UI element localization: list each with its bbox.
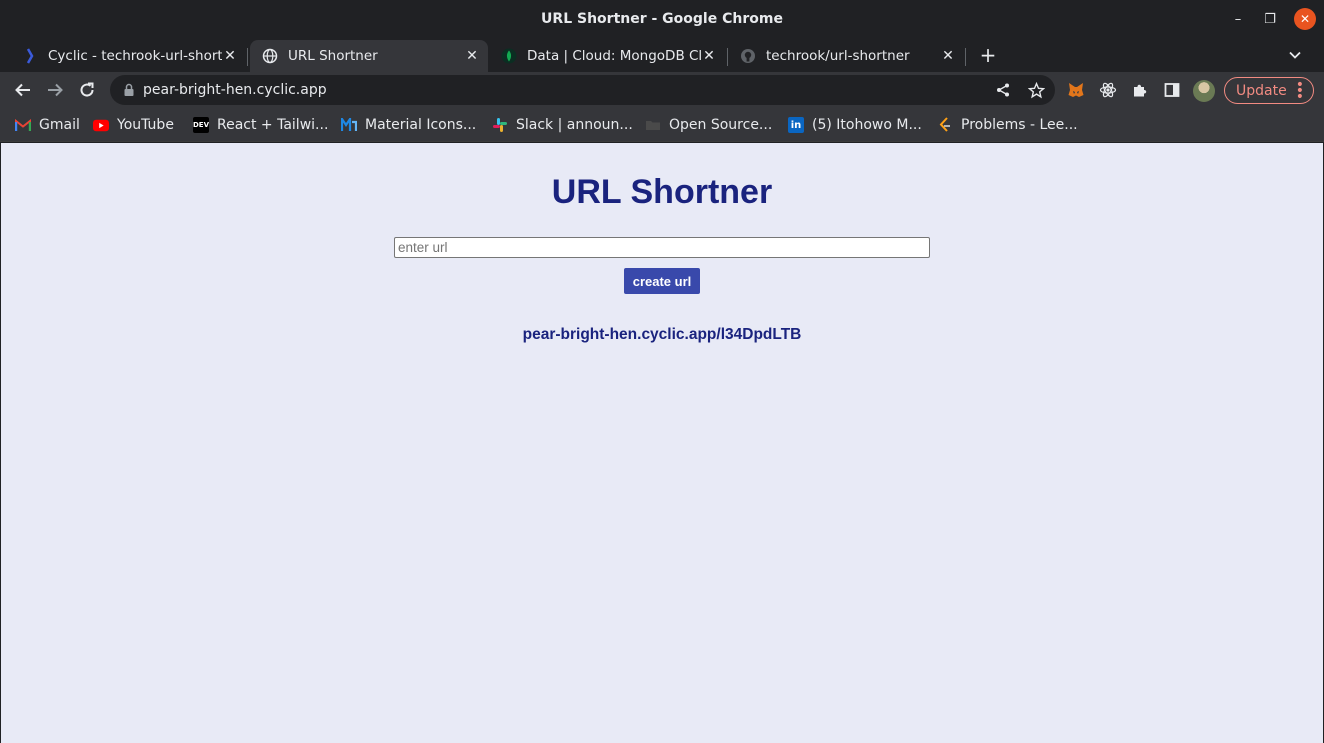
new-tab-button[interactable]: + [977,43,999,67]
bookmark-label: Material Icons... [365,117,477,133]
page-title: URL Shortner [551,173,773,211]
bookmark-gmail[interactable]: Gmail [15,115,80,135]
bookmark-slack[interactable]: Slack | announ... [492,115,633,135]
minimize-button[interactable]: – [1227,8,1249,30]
bookmark-label: YouTube [117,117,174,133]
minimize-icon: – [1234,11,1242,27]
side-panel-icon[interactable] [1162,80,1182,100]
arrow-right-icon [48,83,63,97]
bookmark-linkedin[interactable]: in (5) Itohowo M... [788,115,922,135]
github-icon [740,48,756,64]
tab-url-shortner[interactable]: URL Shortner ✕ [250,40,488,72]
back-button[interactable] [11,78,35,102]
extensions-puzzle-icon[interactable] [1130,80,1150,100]
material-icon [341,117,357,133]
arrow-left-icon [15,83,30,97]
bookmark-dev[interactable]: DEV React + Tailwi... [193,115,328,135]
plus-icon: + [979,43,997,67]
tab-label: Data | Cloud: MongoDB Cl [527,48,701,64]
tab-github[interactable]: techrook/url-shortner ✕ [728,40,964,72]
tab-mongodb[interactable]: Data | Cloud: MongoDB Cl ✕ [489,40,725,72]
update-button[interactable]: Update • • • [1224,77,1314,104]
short-url-link[interactable]: pear-bright-hen.cyclic.app/l34DpdLTB [1,326,1323,344]
more-vert-icon: • • • [1295,77,1304,105]
mongodb-leaf-icon [501,48,517,64]
share-icon[interactable] [993,80,1013,100]
star-icon[interactable] [1026,80,1046,100]
globe-icon [262,48,278,64]
tab-close-icon[interactable]: ✕ [940,48,956,64]
cyclic-favicon [22,48,38,64]
chevron-down-icon [1289,51,1301,59]
bookmark-leetcode[interactable]: Problems - Lee... [937,115,1078,135]
bookmarks-bar: Gmail YouTube DEV React + Tailwi... Mate… [0,108,1324,142]
maximize-icon: ❐ [1264,11,1276,27]
dev-icon: DEV [193,117,209,133]
gmail-icon [15,117,31,133]
maximize-button[interactable]: ❐ [1259,8,1281,30]
tab-close-icon[interactable]: ✕ [701,48,717,64]
linkedin-icon: in [788,117,804,133]
address-bar[interactable]: pear-bright-hen.cyclic.app [110,75,1055,105]
metamask-fox-icon[interactable] [1066,80,1086,100]
tab-close-icon[interactable]: ✕ [464,48,480,64]
leetcode-icon [937,117,953,133]
tab-label: techrook/url-shortner [766,48,910,64]
tab-close-icon[interactable]: ✕ [222,48,238,64]
bookmark-label: Problems - Lee... [961,117,1078,133]
youtube-icon [93,117,109,133]
react-devtools-icon[interactable] [1098,80,1118,100]
forward-button[interactable] [43,78,67,102]
profile-avatar[interactable] [1193,80,1215,102]
folder-icon [645,117,661,133]
bookmark-label: React + Tailwi... [217,117,329,133]
reload-button[interactable] [75,78,99,102]
browser-toolbar: pear-bright-hen.cyclic.app Update • • • [0,72,1324,108]
bookmark-material-icons[interactable]: Material Icons... [341,115,476,135]
bookmark-label: Gmail [39,117,80,133]
update-label: Update [1236,82,1287,99]
close-icon: ✕ [1299,12,1311,26]
tab-separator [965,48,966,66]
browser-window: URL Shortner - Google Chrome – ❐ ✕ Cycli… [0,0,1324,743]
close-window-button[interactable]: ✕ [1294,8,1316,30]
title-bar: URL Shortner - Google Chrome – ❐ ✕ [0,0,1324,38]
bookmark-label: (5) Itohowo M... [812,117,922,133]
tab-search-button[interactable] [1284,44,1306,66]
slack-icon [492,117,508,133]
tab-separator [247,48,248,66]
tab-cyclic[interactable]: Cyclic - techrook-url-short ✕ [10,40,246,72]
create-url-button[interactable]: create url [624,268,700,294]
address-text: pear-bright-hen.cyclic.app [143,82,327,98]
lock-icon [124,83,134,96]
tab-label: URL Shortner [288,48,378,64]
url-input[interactable] [394,237,930,258]
page-content: URL Shortner create url pear-bright-hen.… [1,143,1323,743]
tab-strip: Cyclic - techrook-url-short ✕ URL Shortn… [0,38,1324,72]
bookmark-open-source[interactable]: Open Source... [645,115,772,135]
tab-label: Cyclic - techrook-url-short [48,48,222,64]
bookmark-youtube[interactable]: YouTube [93,115,174,135]
bookmark-label: Slack | announ... [516,117,633,133]
bookmark-label: Open Source... [669,117,773,133]
reload-icon [80,82,94,97]
window-title: URL Shortner - Google Chrome [541,11,783,27]
